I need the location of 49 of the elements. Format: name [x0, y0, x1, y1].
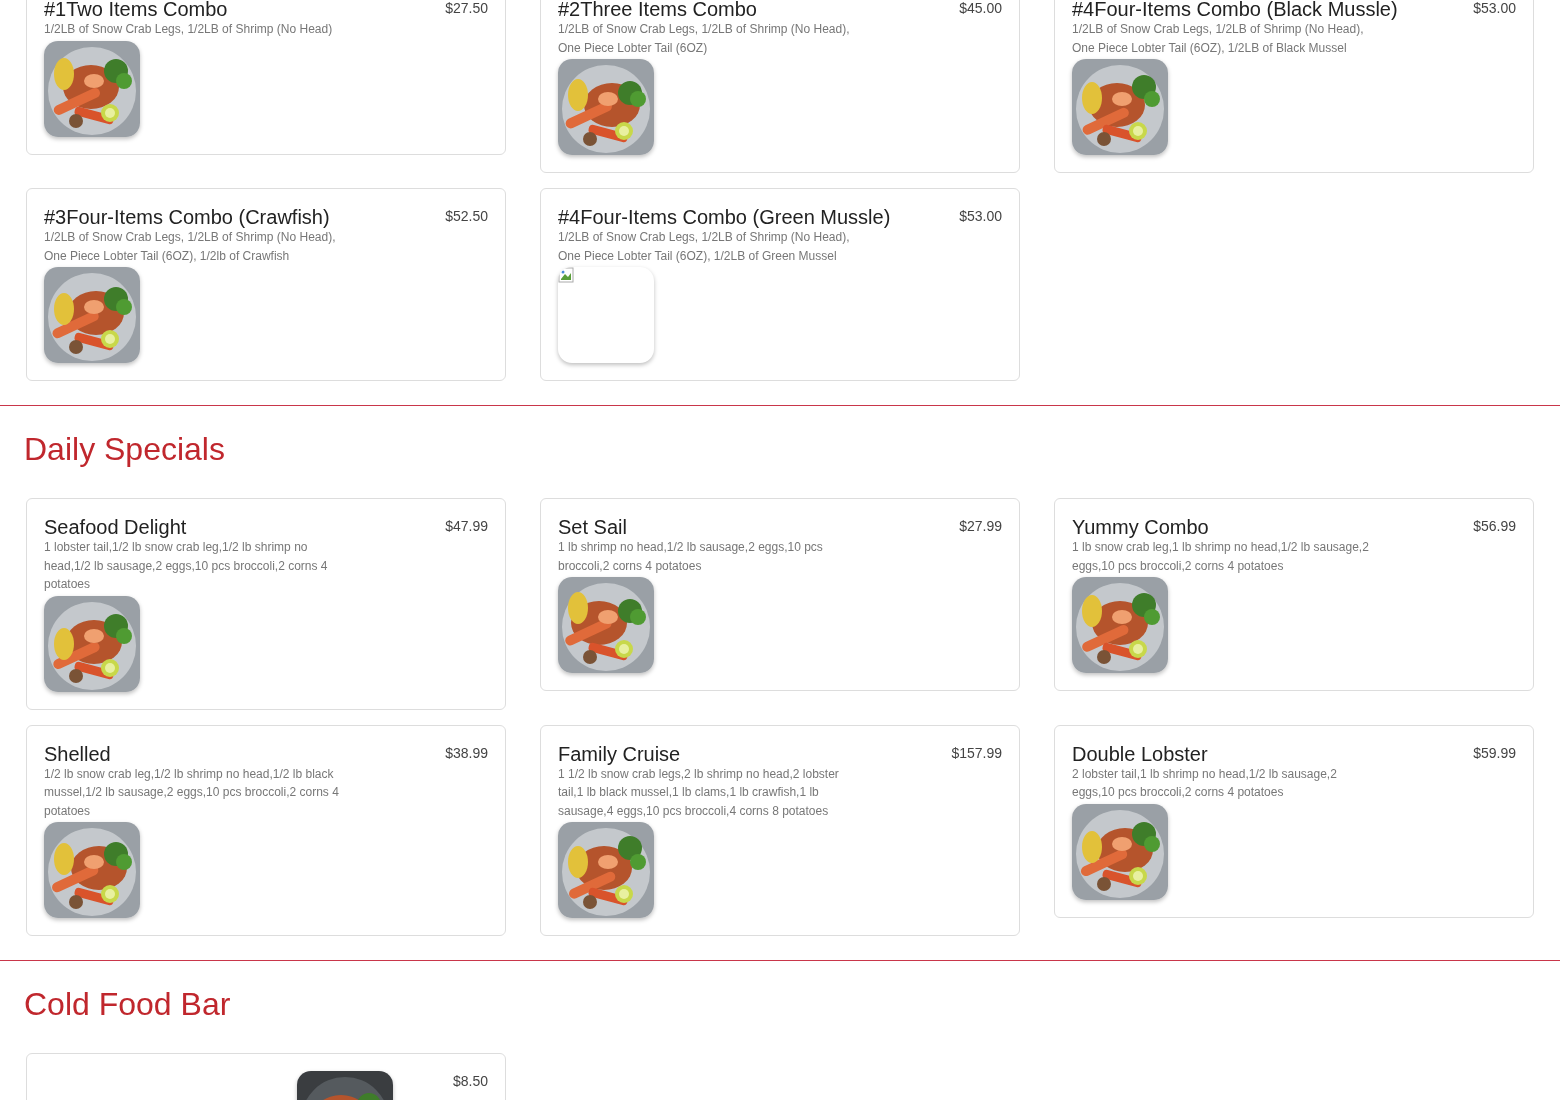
item-description: 1 lb shrimp no head,1/2 lb sausage,2 eggs,10 pcs broccoli,2 corns 4 potatoes — [558, 539, 824, 575]
item-name: #1Two Items Combo — [44, 0, 229, 20]
item-price: $53.00 — [959, 207, 1002, 226]
menu-item-card[interactable]: #4Four-Items Combo (Green Mussle) 1/2LB of Snow Crab Legs, 1/2LB of Shrimp (No Head), One Piece Lobter Tail (6OZ), 1/2LB of Green Mussel $53.00 — [540, 188, 1020, 381]
item-description: 1 1/2 lb snow crab legs,2 lb shrimp no head,2 lobster tail,1 lb black mussel,1 lb clams,1 lb crawfish,1 lb sausage,4 eggs,10 pcs broccoli,4 corns 8 potatoes — [558, 765, 840, 820]
item-price: $27.99 — [959, 517, 1002, 536]
item-price: $45.00 — [959, 0, 1002, 18]
item-name: Set Sail — [558, 516, 628, 538]
item-price: $8.50 — [452, 1072, 488, 1091]
item-description: 1 lobster tail,1/2 lb snow crab leg,1/2 lb shrimp no head,1/2 lb sausage,2 eggs,10 pcs broccoli,2 corns 4 potatoes — [44, 539, 329, 593]
item-name: Double Lobster — [1072, 742, 1209, 765]
menu-item-card[interactable]: Seafood Delight 1 lobster tail,1/2 lb snow crab leg,1/2 lb shrimp no head,1/2 lb sausage,2 eggs,10 pcs broccoli,2 corns 4 potatoes $47.99 — [26, 498, 506, 710]
item-price: $38.99 — [445, 743, 488, 763]
section-heading: Daily Specials — [24, 431, 226, 467]
item-price: $27.50 — [445, 0, 488, 18]
item-name: #4Four-Items Combo (Black Mussle) — [1072, 0, 1399, 20]
item-name: Family Cruise — [558, 742, 682, 765]
menu-item-card[interactable]: $8.50 — [26, 1053, 506, 1100]
menu-item-card[interactable]: Double Lobster 2 lobster tail,1 lb shrimp no head,1/2 lb sausage,2 eggs,10 pcs broccoli,2 corns 4 potatoes $59.99 — [1054, 724, 1534, 918]
item-price: $157.99 — [951, 743, 1002, 763]
item-description: 2 lobster tail,1 lb shrimp no head,1/2 lb sausage,2 eggs,10 pcs broccoli,2 corns 4 potatoes — [1072, 765, 1338, 801]
item-price: $56.99 — [1473, 517, 1516, 536]
item-price: $47.99 — [445, 517, 488, 536]
item-description: 1 lb snow crab leg,1 lb shrimp no head,1/2 lb sausage,2 eggs,10 pcs broccoli,2 corns 4 potatoes — [1072, 539, 1370, 575]
item-name: Shelled — [44, 742, 112, 765]
item-price: $52.50 — [445, 207, 488, 226]
item-name: #3Four-Items Combo (Crawfish) — [44, 206, 331, 228]
item-description: 1/2LB of Snow Crab Legs, 1/2LB of Shrimp (No Head), One Piece Lobter Tail (6OZ), 1/2LB of Green Mussel — [558, 229, 851, 265]
item-price: $59.99 — [1473, 743, 1516, 763]
menu-item-card[interactable]: Shelled 1/2 lb snow crab leg,1/2 lb shrimp no head,1/2 lb black mussel,1/2 lb sausage,2 eggs,10 pcs broccoli,2 corns 4 potatoes $38.99 — [26, 724, 506, 936]
section-heading: Cold Food Bar — [24, 986, 232, 1022]
item-description: 1/2LB of Snow Crab Legs, 1/2LB of Shrimp (No Head), One Piece Lobter Tail (6OZ), 1/2LB of Black Mussel — [1072, 21, 1365, 57]
menu-item-card[interactable]: #4Four-Items Combo (Black Mussle) 1/2LB of Snow Crab Legs, 1/2LB of Shrimp (No Head), One Piece Lobter Tail (6OZ), 1/2LB of Black Mussel $53.00 — [1054, 0, 1534, 173]
broken-image-icon — [558, 267, 574, 283]
item-name: #4Four-Items Combo (Green Mussle) — [558, 206, 892, 228]
menu-item-card[interactable]: #3Four-Items Combo (Crawfish) 1/2LB of Snow Crab Legs, 1/2LB of Shrimp (No Head), One Piece Lobter Tail (6OZ), 1/2lb of Crawfish $52.50 — [26, 188, 506, 381]
item-price: $53.00 — [1473, 0, 1516, 18]
item-description: 1/2LB of Snow Crab Legs, 1/2LB of Shrimp (No Head), One Piece Lobter Tail (6OZ), 1/2lb of Crawfish — [44, 229, 337, 265]
menu-item-card[interactable]: Set Sail 1 lb shrimp no head,1/2 lb sausage,2 eggs,10 pcs broccoli,2 corns 4 potatoes $27.99 — [540, 498, 1020, 691]
item-description: 1/2LB of Snow Crab Legs, 1/2LB of Shrimp (No Head) — [44, 21, 334, 38]
menu-item-card[interactable]: #2Three Items Combo 1/2LB of Snow Crab Legs, 1/2LB of Shrimp (No Head), One Piece Lobter Tail (6OZ) $45.00 — [540, 0, 1020, 173]
item-description: 1/2 lb snow crab leg,1/2 lb shrimp no head,1/2 lb black mussel,1/2 lb sausage,2 eggs,10 pcs broccoli,2 corns 4 potatoes — [44, 765, 340, 820]
item-name: #2Three Items Combo — [558, 0, 758, 20]
menu-item-card[interactable]: Family Cruise 1 1/2 lb snow crab legs,2 lb shrimp no head,2 lobster tail,1 lb black mussel,1 lb clams,1 lb crawfish,1 lb sausage,4 eggs,10 pcs broccoli,4 corns 8 potatoes $157.99 — [540, 724, 1020, 936]
item-description: 1/2LB of Snow Crab Legs, 1/2LB of Shrimp (No Head), One Piece Lobter Tail (6OZ) — [558, 21, 851, 57]
menu-item-card[interactable]: Yummy Combo 1 lb snow crab leg,1 lb shrimp no head,1/2 lb sausage,2 eggs,10 pcs broccoli,2 corns 4 potatoes $56.99 — [1054, 498, 1534, 691]
item-name: Seafood Delight — [44, 516, 188, 538]
item-name: Yummy Combo — [1072, 516, 1210, 538]
menu-item-card[interactable]: #1Two Items Combo 1/2LB of Snow Crab Legs, 1/2LB of Shrimp (No Head) $27.50 — [26, 0, 506, 155]
